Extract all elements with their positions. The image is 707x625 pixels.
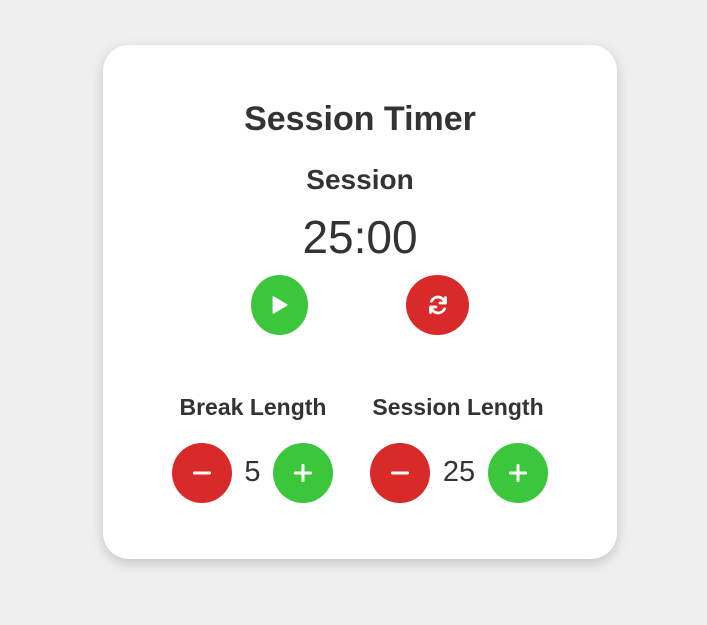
app-title: Session Timer (244, 100, 476, 138)
session-decrement-button[interactable] (370, 443, 430, 503)
plus-icon (293, 463, 313, 483)
break-length-value: 5 (244, 456, 261, 488)
minus-icon (192, 463, 212, 483)
play-icon (269, 294, 291, 316)
start-button[interactable] (251, 275, 308, 335)
session-length-value: 25 (442, 456, 476, 488)
refresh-icon (426, 293, 450, 317)
plus-icon (508, 463, 528, 483)
session-increment-button[interactable] (488, 443, 548, 503)
break-decrement-button[interactable] (172, 443, 232, 503)
session-length-label: Session Length (372, 394, 544, 420)
break-increment-button[interactable] (273, 443, 333, 503)
break-length-label: Break Length (179, 394, 327, 420)
time-display: 25:00 (302, 211, 418, 263)
timer-mode-label: Session (306, 164, 414, 195)
timer-card: Session Timer Session 25:00 Break Length… (103, 45, 617, 559)
minus-icon (390, 463, 410, 483)
reset-button[interactable] (406, 275, 469, 335)
